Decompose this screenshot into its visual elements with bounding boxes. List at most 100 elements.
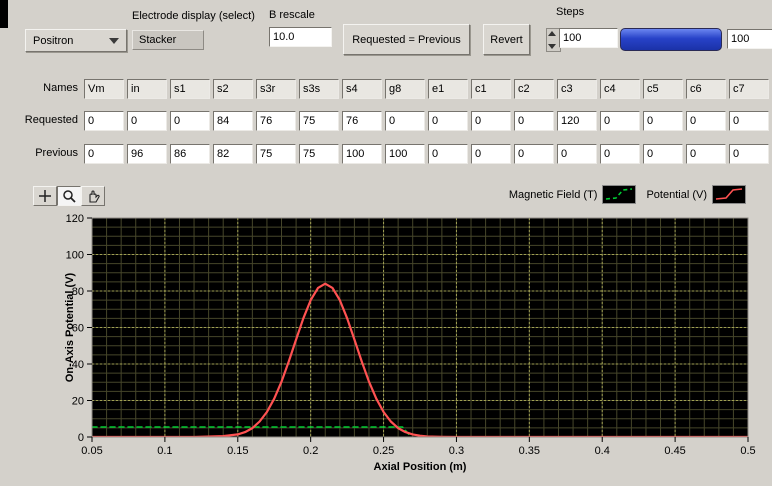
y-tick-label: 0 <box>78 432 84 444</box>
spinner-down-icon[interactable] <box>548 44 556 49</box>
legend-entry[interactable]: Potential (V) <box>646 185 746 204</box>
table-cell: c4 <box>600 79 640 99</box>
table-cell: c6 <box>686 79 726 99</box>
table-cell: g8 <box>385 79 425 99</box>
crosshair-icon <box>38 189 52 203</box>
graph-tool-palette <box>33 186 105 206</box>
table-row-label-names: Names <box>2 82 78 94</box>
table-cell: 0 <box>471 144 511 164</box>
x-tick-label: 0.3 <box>449 445 464 457</box>
table-cell: 0 <box>686 144 726 164</box>
labview-front-panel: Positron Electrode display (select) Stac… <box>0 0 772 486</box>
table-row-requested: 000847675760000120000000 <box>84 111 772 131</box>
table-cell[interactable]: 76 <box>256 111 296 131</box>
table-cell: Vm <box>84 79 124 99</box>
table-cell[interactable]: 0 <box>600 111 640 131</box>
table-cell[interactable]: 0 <box>385 111 425 131</box>
legend-line-sample <box>712 185 746 204</box>
table-cell: s4 <box>342 79 382 99</box>
x-tick-label: 0.2 <box>303 445 318 457</box>
electrode-display-value: Stacker <box>139 34 176 46</box>
table-cell: 96 <box>127 144 167 164</box>
progress-bar <box>620 28 722 51</box>
legend-label: Potential (V) <box>646 189 707 201</box>
x-tick-label: 0.35 <box>519 445 540 457</box>
table-cell: 0 <box>428 144 468 164</box>
legend-entry[interactable]: Magnetic Field (T) <box>509 185 637 204</box>
zoom-tool-button[interactable] <box>57 186 81 206</box>
table-cell: s3s <box>299 79 339 99</box>
electrode-display-label: Electrode display (select) <box>132 10 255 22</box>
x-tick-label: 0.05 <box>81 445 102 457</box>
chevron-down-icon <box>109 38 119 44</box>
requested-equals-previous-button[interactable]: Requested = Previous <box>343 24 470 55</box>
window-edge-strip <box>0 0 8 28</box>
electrode-display-select[interactable]: Stacker <box>132 30 204 50</box>
y-axis-title: On-Axis Potential (V) <box>64 272 76 382</box>
table-cell[interactable]: 0 <box>686 111 726 131</box>
progress-display[interactable]: 100 <box>727 29 772 49</box>
y-tick-label: 120 <box>66 213 84 225</box>
table-cell[interactable]: 120 <box>557 111 597 131</box>
steps-input[interactable]: 100 <box>559 28 618 48</box>
table-cell[interactable]: 0 <box>84 111 124 131</box>
table-cell: 75 <box>256 144 296 164</box>
y-tick-label: 20 <box>72 396 84 408</box>
table-cell: 75 <box>299 144 339 164</box>
table-cell: e1 <box>428 79 468 99</box>
table-cell[interactable]: 0 <box>643 111 683 131</box>
x-tick-label: 0.5 <box>740 445 755 457</box>
table-cell: 100 <box>385 144 425 164</box>
x-axis-title: Axial Position (m) <box>374 461 467 473</box>
cursor-tool-button[interactable] <box>33 186 57 206</box>
potential-chart[interactable]: 0204060801001200.050.10.150.20.250.30.35… <box>60 210 772 486</box>
table-cell[interactable]: 0 <box>127 111 167 131</box>
table-cell[interactable]: 0 <box>471 111 511 131</box>
table-cell: 0 <box>643 144 683 164</box>
table-cell: 100 <box>342 144 382 164</box>
table-row-label-previous: Previous <box>2 147 78 159</box>
device-select-dropdown[interactable]: Positron <box>25 29 127 52</box>
table-cell: c3 <box>557 79 597 99</box>
hand-icon <box>86 189 100 203</box>
table-cell: c1 <box>471 79 511 99</box>
table-cell[interactable]: 76 <box>342 111 382 131</box>
table-cell: 0 <box>557 144 597 164</box>
table-cell: c5 <box>643 79 683 99</box>
y-tick-label: 100 <box>66 250 84 262</box>
table-cell[interactable]: 0 <box>428 111 468 131</box>
table-cell: c7 <box>729 79 769 99</box>
x-tick-label: 0.25 <box>373 445 394 457</box>
table-cell: s2 <box>213 79 253 99</box>
x-tick-label: 0.45 <box>664 445 685 457</box>
x-tick-label: 0.15 <box>227 445 248 457</box>
b-rescale-label: B rescale <box>269 9 315 21</box>
table-cell: 0 <box>514 144 554 164</box>
table-cell: 0 <box>600 144 640 164</box>
table-cell: c2 <box>514 79 554 99</box>
steps-label: Steps <box>556 6 584 18</box>
table-cell: 0 <box>84 144 124 164</box>
b-rescale-input[interactable]: 10.0 <box>269 27 332 47</box>
magnifier-icon <box>62 189 76 203</box>
table-cell: 82 <box>213 144 253 164</box>
b-rescale-value: 10.0 <box>273 31 294 43</box>
table-row-names: Vmins1s2s3rs3ss4g8e1c1c2c3c4c5c6c7c8c9 <box>84 79 772 99</box>
table-cell[interactable]: 75 <box>299 111 339 131</box>
table-row-previous: 096868275751001000000000000 <box>84 144 772 164</box>
table-cell[interactable]: 84 <box>213 111 253 131</box>
table-cell[interactable]: 0 <box>170 111 210 131</box>
table-cell: 0 <box>729 144 769 164</box>
table-cell[interactable]: 0 <box>729 111 769 131</box>
spinner-up-icon[interactable] <box>548 31 556 36</box>
x-tick-label: 0.1 <box>157 445 172 457</box>
table-cell: s1 <box>170 79 210 99</box>
revert-button[interactable]: Revert <box>483 24 530 55</box>
table-cell[interactable]: 0 <box>514 111 554 131</box>
table-cell: 86 <box>170 144 210 164</box>
pan-tool-button[interactable] <box>81 186 105 206</box>
device-select-value: Positron <box>33 35 73 47</box>
plot-legend: Magnetic Field (T) Potential (V) <box>509 185 746 204</box>
table-cell: s3r <box>256 79 296 99</box>
steps-value: 100 <box>563 32 581 44</box>
